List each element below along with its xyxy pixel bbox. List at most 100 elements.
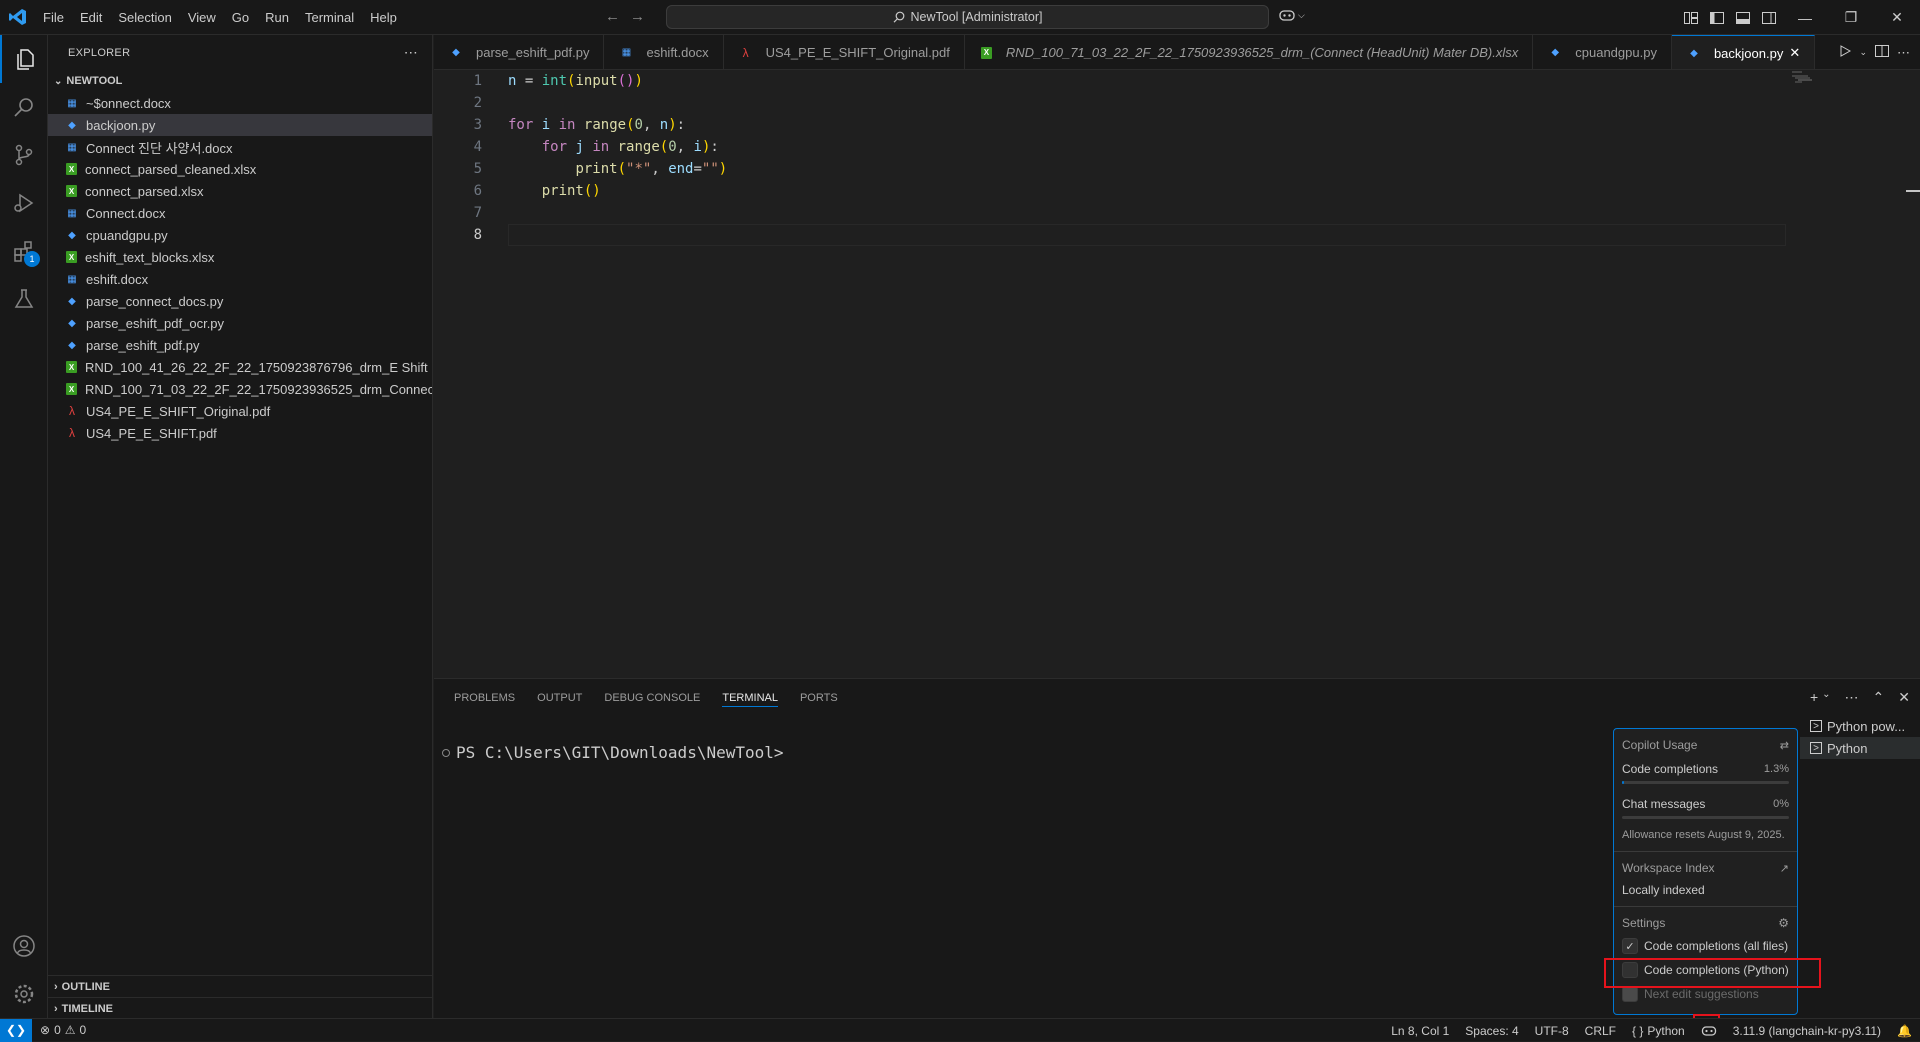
terminal-prompt-line[interactable]: PS C:\Users\GIT\Downloads\NewTool> bbox=[442, 743, 784, 762]
chevron-down-icon[interactable]: ⌄ bbox=[1822, 689, 1830, 706]
problems-indicator[interactable]: ⊗ 0 ⚠ 0 bbox=[32, 1023, 94, 1037]
title-bar: File Edit Selection View Go Run Terminal… bbox=[0, 0, 1920, 35]
file-item[interactable]: ▦ eshift.docx bbox=[48, 268, 432, 290]
run-file-icon[interactable] bbox=[1839, 45, 1852, 60]
restore-button[interactable]: ❐ bbox=[1828, 0, 1874, 35]
language-mode[interactable]: { } Python bbox=[1624, 1024, 1693, 1038]
code-editor[interactable]: 1 n = int(input()) 2 3 for i in range(0, n… bbox=[434, 70, 1920, 678]
tab-label: parse_eshift_pdf.py bbox=[476, 45, 590, 60]
settings-gear-icon[interactable]: ⚙ bbox=[1778, 916, 1789, 930]
search-icon[interactable] bbox=[0, 83, 48, 131]
python-icon: ◆ bbox=[68, 317, 76, 329]
more-actions-icon[interactable]: ⋯ bbox=[1845, 689, 1859, 706]
testing-icon[interactable] bbox=[0, 275, 48, 323]
outline-section[interactable]: › OUTLINE bbox=[48, 975, 433, 997]
forward-arrow-icon[interactable]: → bbox=[630, 8, 645, 25]
close-window-button[interactable]: ✕ bbox=[1874, 0, 1920, 35]
notifications-bell-icon[interactable]: 🔔 bbox=[1889, 1024, 1920, 1038]
file-item[interactable]: λ US4_PE_E_SHIFT.pdf bbox=[48, 422, 432, 444]
indentation[interactable]: Spaces: 4 bbox=[1457, 1024, 1526, 1038]
chevron-down-icon[interactable]: ⌄ bbox=[1859, 47, 1867, 58]
external-link-icon[interactable]: ↗ bbox=[1780, 862, 1789, 875]
encoding[interactable]: UTF-8 bbox=[1527, 1024, 1577, 1038]
file-item[interactable]: ◆ parse_eshift_pdf.py bbox=[48, 334, 432, 356]
maximize-panel-icon[interactable]: ⌃ bbox=[1873, 689, 1885, 706]
tab-us4-pdf[interactable]: λ US4_PE_E_SHIFT_Original.pdf bbox=[724, 35, 965, 69]
toggle-panel-icon[interactable] bbox=[1730, 11, 1756, 24]
file-item[interactable]: Xconnect_parsed.xlsx bbox=[48, 180, 432, 202]
line-number: 7 bbox=[473, 205, 482, 221]
file-item[interactable]: Xeshift_text_blocks.xlsx bbox=[48, 246, 432, 268]
python-icon: ◆ bbox=[1551, 47, 1560, 58]
file-item[interactable]: X RND_100_41_26_22_2F_22_1750923876796_dr… bbox=[48, 356, 432, 378]
menu-edit[interactable]: Edit bbox=[72, 0, 110, 35]
toggle-primary-sidebar-icon[interactable] bbox=[1704, 11, 1730, 24]
file-name: cpuandgpu.py bbox=[86, 227, 168, 243]
customize-layout-icon[interactable] bbox=[1678, 11, 1704, 24]
tab-eshift-docx[interactable]: ▦ eshift.docx bbox=[604, 35, 724, 69]
menu-help[interactable]: Help bbox=[362, 0, 405, 35]
vscode-logo-icon bbox=[0, 0, 35, 35]
menu-file[interactable]: File bbox=[35, 0, 72, 35]
tab-problems[interactable]: PROBLEMS bbox=[454, 692, 515, 706]
menu-selection[interactable]: Selection bbox=[110, 0, 179, 35]
split-editor-icon[interactable] bbox=[1875, 45, 1889, 60]
file-item[interactable]: ▦ Connect 진단 사양서.docx bbox=[48, 136, 432, 158]
menu-run[interactable]: Run bbox=[257, 0, 297, 35]
settings-title: Settings bbox=[1622, 916, 1666, 930]
terminal-item[interactable]: > Python bbox=[1800, 737, 1920, 759]
file-item[interactable]: X RND_100_71_03_22_2F_22_1750923936525_dr… bbox=[48, 378, 432, 400]
more-actions-icon[interactable]: ⋯ bbox=[404, 44, 418, 61]
manage-gear-icon[interactable] bbox=[0, 970, 48, 1018]
end-of-line[interactable]: CRLF bbox=[1577, 1024, 1624, 1038]
terminal-item[interactable]: > Python pow... bbox=[1800, 715, 1920, 737]
toggle-secondary-sidebar-icon[interactable] bbox=[1756, 11, 1782, 24]
tab-cpuandgpu[interactable]: ◆ cpuandgpu.py bbox=[1533, 35, 1672, 69]
minimize-button[interactable]: — bbox=[1782, 0, 1828, 35]
file-item[interactable]: λ US4_PE_E_SHIFT_Original.pdf bbox=[48, 400, 432, 422]
configure-icon[interactable]: ⇄ bbox=[1780, 739, 1789, 752]
code-line: 7 bbox=[434, 202, 1784, 224]
menu-view[interactable]: View bbox=[180, 0, 224, 35]
file-item[interactable]: ▦ ~$onnect.docx bbox=[48, 92, 432, 114]
file-item[interactable]: ▦ Connect.docx bbox=[48, 202, 432, 224]
file-item[interactable]: Xconnect_parsed_cleaned.xlsx bbox=[48, 158, 432, 180]
extensions-icon[interactable]: 1 bbox=[0, 227, 48, 275]
new-terminal-icon[interactable]: + bbox=[1810, 689, 1818, 706]
accounts-icon[interactable] bbox=[0, 922, 48, 970]
warning-icon: ⚠ bbox=[64, 1023, 76, 1037]
menu-go[interactable]: Go bbox=[224, 0, 257, 35]
minimap[interactable] bbox=[1790, 70, 1820, 84]
tab-parse-eshift-pdf[interactable]: ◆ parse_eshift_pdf.py bbox=[434, 35, 605, 69]
copilot-status-icon[interactable] bbox=[1693, 1024, 1725, 1037]
command-center-search[interactable]: NewTool [Administrator] bbox=[666, 5, 1269, 29]
tab-backjoon[interactable]: ◆ backjoon.py ✕ bbox=[1671, 35, 1816, 69]
file-item[interactable]: ◆ parse_eshift_pdf_ocr.py bbox=[48, 312, 432, 334]
tab-terminal[interactable]: TERMINAL bbox=[722, 692, 778, 707]
menu-terminal[interactable]: Terminal bbox=[297, 0, 362, 35]
code-completions-all-checkbox[interactable]: ✓ Code completions (all files) bbox=[1622, 935, 1789, 957]
tab-ports[interactable]: PORTS bbox=[800, 692, 838, 706]
tab-output[interactable]: OUTPUT bbox=[537, 692, 582, 706]
close-panel-icon[interactable]: ✕ bbox=[1898, 689, 1910, 706]
explorer-icon[interactable] bbox=[0, 35, 48, 83]
back-arrow-icon[interactable]: ← bbox=[605, 8, 620, 25]
tab-debug-console[interactable]: DEBUG CONSOLE bbox=[604, 692, 700, 706]
run-debug-icon[interactable] bbox=[0, 179, 48, 227]
cursor-position[interactable]: Ln 8, Col 1 bbox=[1383, 1024, 1457, 1038]
file-item[interactable]: ◆ cpuandgpu.py bbox=[48, 224, 432, 246]
code-line: 6 print() bbox=[434, 180, 1784, 202]
terminal-name: Python pow... bbox=[1827, 718, 1906, 734]
close-tab-icon[interactable]: ✕ bbox=[1789, 45, 1800, 61]
timeline-section[interactable]: › TIMELINE bbox=[48, 997, 433, 1019]
copilot-menu-button[interactable]: ⌵ bbox=[1278, 8, 1305, 22]
remote-indicator-icon[interactable]: ❮❯ bbox=[0, 1018, 32, 1042]
panel-tabs: PROBLEMS OUTPUT DEBUG CONSOLE TERMINAL P… bbox=[434, 679, 1920, 719]
file-item[interactable]: ◆ backjoon.py bbox=[48, 114, 432, 136]
python-interpreter[interactable]: 3.11.9 (langchain-kr-py3.11) bbox=[1725, 1024, 1889, 1038]
source-control-icon[interactable] bbox=[0, 131, 48, 179]
file-item[interactable]: ◆ parse_connect_docs.py bbox=[48, 290, 432, 312]
tab-rnd-xlsx[interactable]: X RND_100_71_03_22_2F_22_1750923936525_d… bbox=[965, 35, 1534, 69]
folder-root[interactable]: ⌄ NEWTOOL bbox=[48, 70, 432, 92]
more-actions-icon[interactable]: ⋯ bbox=[1897, 45, 1910, 61]
